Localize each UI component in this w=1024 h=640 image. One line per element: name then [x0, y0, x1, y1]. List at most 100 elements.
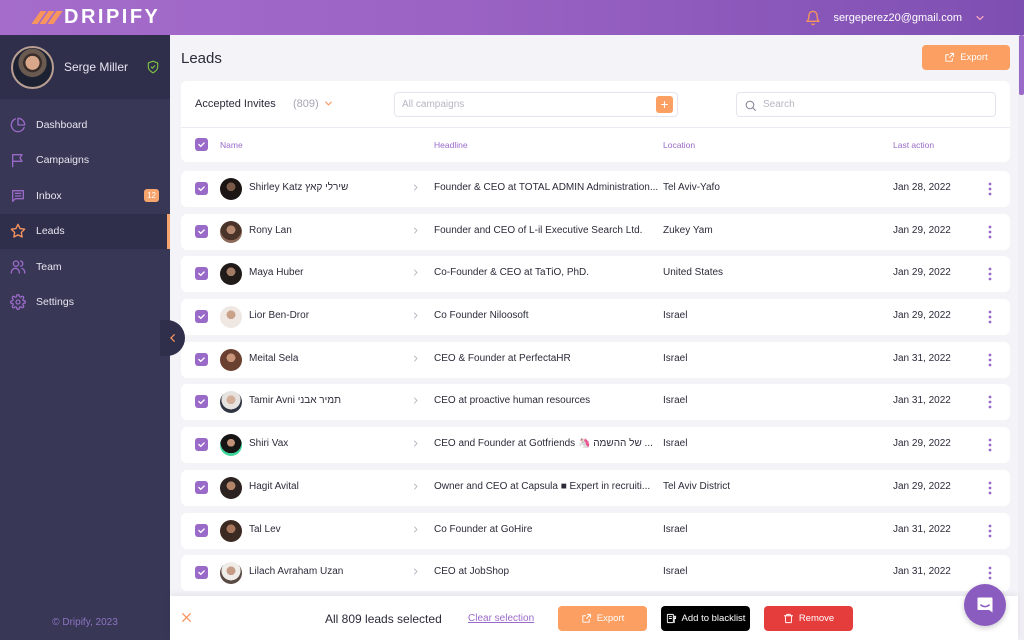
clear-selection-link[interactable]: Clear selection — [468, 613, 534, 624]
lead-headline: CEO and Founder at Gotfriends 🦄 של ההשמה… — [434, 438, 653, 450]
add-campaign-button[interactable]: + — [656, 96, 673, 113]
column-header-location[interactable]: Location — [663, 140, 695, 150]
row-checkbox[interactable] — [195, 480, 208, 494]
more-options-icon[interactable] — [986, 352, 994, 368]
close-icon[interactable] — [180, 611, 193, 624]
remove-button[interactable]: Remove — [764, 606, 853, 631]
lead-name[interactable]: Tal Lev — [249, 524, 281, 535]
lead-row[interactable]: Shirley Katz שירלי קאץ Founder & CEO at … — [181, 171, 1010, 207]
lead-avatar[interactable] — [220, 434, 242, 457]
chat-support-button[interactable] — [964, 584, 1006, 626]
lead-avatar[interactable] — [220, 178, 242, 200]
dripify-logo[interactable]: DRIPIFY — [31, 6, 160, 29]
lead-name[interactable]: Shiri Vax — [249, 438, 288, 449]
export-selected-button[interactable]: Export — [558, 606, 647, 631]
export-button[interactable]: Export — [922, 45, 1010, 70]
more-options-icon[interactable] — [986, 224, 994, 240]
lead-avatar[interactable] — [220, 348, 242, 371]
add-to-blacklist-button[interactable]: Add to blacklist — [661, 606, 750, 631]
lead-row[interactable]: Rony Lan Founder and CEO of L-il Executi… — [181, 213, 1010, 250]
lead-row[interactable]: Lilach Avraham Uzan CEO at JobShop Israe… — [181, 555, 1010, 592]
row-checkbox[interactable] — [195, 438, 208, 452]
sidebar-item-dashboard[interactable]: Dashboard — [0, 107, 170, 143]
lead-headline: CEO at proactive human resources — [434, 395, 591, 407]
lead-avatar[interactable] — [220, 562, 242, 585]
list-selector-label[interactable]: Accepted Invites — [195, 98, 276, 110]
column-header-name[interactable]: Name — [220, 140, 243, 150]
chevron-right-icon[interactable] — [411, 226, 420, 235]
chevron-right-icon[interactable] — [411, 439, 420, 448]
sidebar-item-team[interactable]: Team — [0, 249, 170, 285]
lead-avatar[interactable] — [220, 263, 242, 286]
list-count[interactable]: (809) — [293, 98, 319, 110]
scrollbar-track[interactable] — [1018, 35, 1024, 640]
external-link-icon — [945, 52, 955, 62]
more-options-icon[interactable] — [986, 523, 994, 539]
bell-icon[interactable] — [805, 10, 821, 26]
more-options-icon[interactable] — [986, 394, 994, 410]
search-input[interactable] — [763, 99, 983, 110]
lead-avatar[interactable] — [220, 519, 242, 542]
chevron-down-icon[interactable] — [974, 12, 986, 24]
lead-avatar[interactable] — [220, 391, 242, 414]
lead-row[interactable]: Hagit Avital Owner and CEO at Capsula ■ … — [181, 469, 1010, 506]
chevron-right-icon[interactable] — [411, 525, 420, 534]
lead-name[interactable]: Shirley Katz שירלי קאץ — [249, 182, 348, 193]
chevron-right-icon[interactable] — [411, 311, 420, 320]
row-checkbox[interactable] — [195, 352, 208, 366]
more-options-icon[interactable] — [986, 480, 994, 496]
scrollbar-thumb[interactable] — [1019, 35, 1024, 95]
lead-name[interactable]: Lior Ben-Dror — [249, 310, 309, 321]
chevron-right-icon[interactable] — [411, 268, 420, 277]
chevron-right-icon[interactable] — [411, 354, 420, 363]
lead-name[interactable]: Hagit Avital — [249, 481, 299, 492]
row-checkbox[interactable] — [195, 395, 208, 409]
sidebar-item-inbox[interactable]: Inbox 12 — [0, 178, 170, 214]
more-options-icon[interactable] — [986, 181, 994, 197]
lead-location: Israel — [663, 395, 688, 407]
row-checkbox[interactable] — [195, 182, 208, 195]
select-all-checkbox[interactable] — [195, 138, 208, 151]
lead-location: Israel — [663, 352, 688, 364]
campaigns-input[interactable] — [402, 99, 642, 110]
lead-row[interactable]: Maya Huber Co-Founder & CEO at TaTiO, Ph… — [181, 256, 1010, 293]
campaigns-filter[interactable]: + — [394, 92, 678, 117]
lead-name[interactable]: Lilach Avraham Uzan — [249, 566, 343, 577]
chevron-down-icon[interactable] — [323, 98, 334, 109]
lead-avatar[interactable] — [220, 306, 242, 329]
row-checkbox[interactable] — [195, 310, 208, 324]
more-options-icon[interactable] — [986, 437, 994, 453]
user-avatar[interactable] — [11, 45, 54, 89]
more-options-icon[interactable] — [986, 565, 994, 581]
sidebar-item-leads[interactable]: Leads — [0, 213, 170, 249]
lead-row[interactable]: Tal Lev Co Founder at GoHire Israel Jan … — [181, 512, 1010, 549]
lead-row[interactable]: Meital Sela CEO & Founder at PerfectaHR … — [181, 341, 1010, 378]
lead-name[interactable]: Meital Sela — [249, 353, 298, 364]
column-header-last-action[interactable]: Last action — [893, 140, 934, 150]
row-checkbox[interactable] — [195, 224, 208, 238]
lead-row[interactable]: Lior Ben-Dror Co Founder Niloosoft Israe… — [181, 299, 1010, 336]
lead-avatar[interactable] — [220, 220, 242, 243]
more-options-icon[interactable] — [986, 266, 994, 282]
row-checkbox[interactable] — [195, 523, 208, 537]
search-box[interactable] — [736, 92, 996, 117]
chevron-right-icon[interactable] — [411, 396, 420, 405]
sidebar-item-label: Campaigns — [36, 154, 90, 167]
row-checkbox[interactable] — [195, 267, 208, 281]
lead-name[interactable]: Tamir Avni תמיר אבני — [249, 395, 341, 406]
account-email[interactable]: sergeperez20@gmail.com — [833, 12, 962, 24]
lead-name[interactable]: Rony Lan — [249, 225, 292, 236]
lead-row[interactable]: Tamir Avni תמיר אבני CEO at proactive hu… — [181, 384, 1010, 421]
chevron-right-icon[interactable] — [411, 567, 420, 576]
chevron-right-icon[interactable] — [411, 482, 420, 491]
profile-section[interactable]: Serge Miller — [0, 35, 170, 99]
sidebar-item-settings[interactable]: Settings — [0, 285, 170, 321]
sidebar-item-campaigns[interactable]: Campaigns — [0, 143, 170, 179]
lead-row[interactable]: Shiri Vax CEO and Founder at Gotfriends … — [181, 427, 1010, 464]
row-checkbox[interactable] — [195, 566, 208, 580]
lead-avatar[interactable] — [220, 476, 242, 499]
lead-name[interactable]: Maya Huber — [249, 267, 303, 278]
chevron-right-icon[interactable] — [411, 183, 420, 192]
more-options-icon[interactable] — [986, 309, 994, 325]
column-header-headline[interactable]: Headline — [434, 140, 468, 150]
